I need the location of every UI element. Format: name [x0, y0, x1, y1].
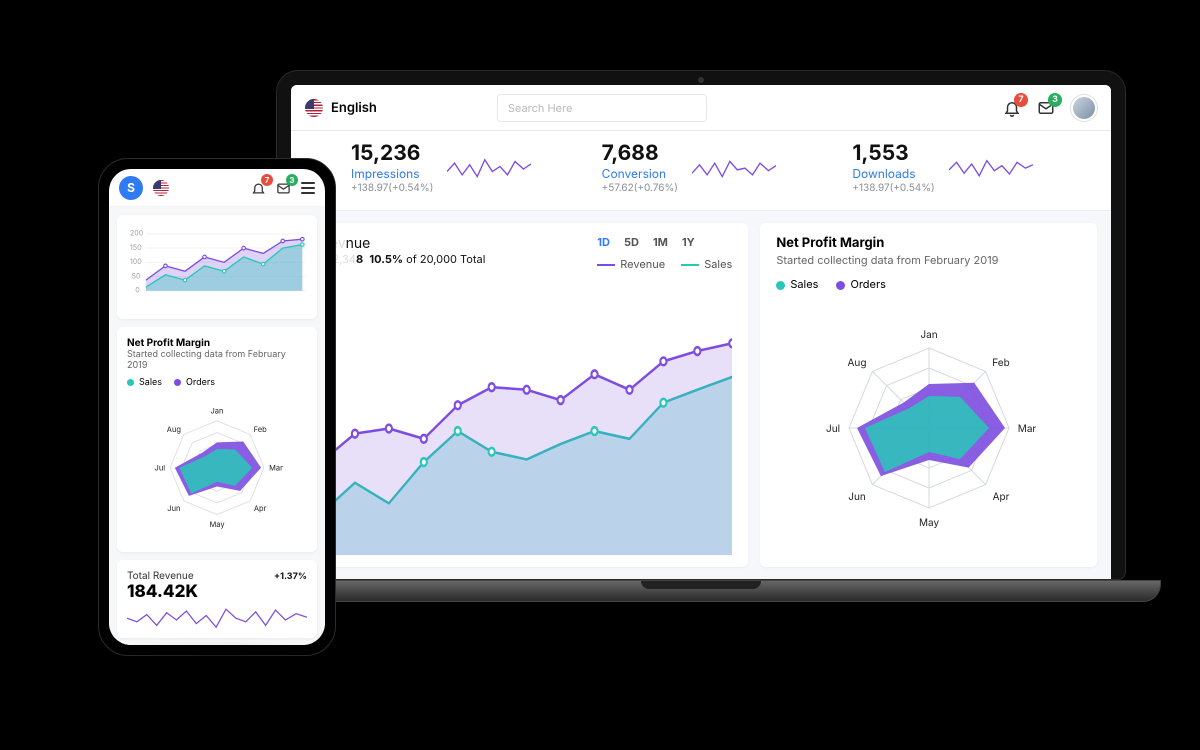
svg-text:200: 200 [130, 229, 144, 238]
spark-downloads [949, 155, 1033, 183]
svg-text:May: May [209, 520, 225, 529]
mobile-trend-card: 200 150 100 50 0 [117, 215, 317, 319]
mail-icon[interactable]: 3 [1037, 99, 1055, 117]
impressions-label: Impressions [351, 166, 433, 181]
revenue-chart [321, 271, 732, 555]
impressions-value: 15,236 [351, 143, 433, 164]
message-badge: 3 [1048, 93, 1062, 107]
header-actions: 7 3 [1003, 95, 1097, 121]
bell-icon[interactable]: 7 [1003, 99, 1021, 117]
language-switcher[interactable]: English [331, 100, 377, 116]
downloads-delta: +138.97(+0.54%) [852, 182, 934, 194]
conversion-value: 7,688 [602, 143, 678, 164]
svg-text:Aug: Aug [167, 425, 182, 434]
laptop-base [241, 580, 1161, 602]
revenue-title: Revnue [321, 235, 485, 252]
svg-text:Aug: Aug [847, 357, 866, 369]
svg-text:Jan: Jan [920, 329, 937, 341]
message-badge: 3 [286, 174, 298, 186]
desktop-app: English Search Here 7 3 [291, 85, 1111, 579]
notification-badge: 7 [1014, 93, 1028, 107]
svg-text:Jul: Jul [826, 423, 840, 435]
svg-text:Apr: Apr [992, 491, 1009, 503]
conversion-label: Conversion [602, 166, 678, 181]
phone-frame: S 7 3 200 150 [98, 158, 336, 656]
stat-downloads: 1,553 Downloads +138.97(+0.54%) [852, 143, 1093, 194]
svg-text:Mar: Mar [269, 464, 283, 473]
mobile-npm-title: Net Profit Margin [127, 337, 307, 349]
svg-text:50: 50 [132, 271, 141, 280]
svg-text:Jun: Jun [167, 504, 180, 513]
app-logo[interactable]: S [119, 176, 143, 200]
notification-badge: 7 [261, 174, 273, 186]
impressions-delta: +138.97(+0.54%) [351, 182, 433, 194]
npm-subtitle: Started collecting data from February 20… [776, 253, 1081, 267]
revenue-legend: Revenue Sales [597, 257, 732, 271]
spark-conversion [692, 155, 776, 183]
svg-text:May: May [919, 517, 940, 529]
stats-row: 15,236 Impressions +138.97(+0.54%) 7,688… [291, 131, 1111, 211]
revenue-subtitle: $12,348 10.5% of 20,000 Total [321, 252, 485, 266]
mobile-body: 200 150 100 50 0 [109, 207, 325, 645]
range-5d[interactable]: 5D [624, 235, 639, 249]
mobile-npm-subtitle: Started collecting data from February 20… [127, 349, 307, 371]
svg-text:Feb: Feb [992, 357, 1009, 369]
svg-text:Jan: Jan [211, 406, 224, 415]
app-header: English Search Here 7 3 [291, 85, 1111, 131]
range-1m[interactable]: 1M [653, 235, 668, 249]
svg-text:Feb: Feb [254, 425, 268, 434]
spark-impressions [447, 155, 531, 183]
range-1d[interactable]: 1D [597, 235, 610, 249]
mail-icon[interactable]: 3 [276, 180, 291, 195]
net-profit-card: Net Profit Margin Started collecting dat… [760, 223, 1097, 567]
mobile-revenue-card: Total Revenue 184.42K +1.37% [117, 560, 317, 638]
mobile-revenue-label: Total Revenue [127, 570, 198, 582]
npm-title: Net Profit Margin [776, 235, 1081, 251]
search-placeholder: Search Here [508, 101, 573, 115]
laptop-lid: English Search Here 7 3 [276, 70, 1126, 580]
mobile-revenue-value: 184.42K [127, 582, 198, 602]
svg-text:100: 100 [130, 257, 142, 266]
panel-row: Revnue $12,348 10.5% of 20,000 Total 1D … [291, 211, 1111, 579]
downloads-value: 1,553 [852, 143, 934, 164]
range-tabs: 1D 5D 1M 1Y [597, 235, 732, 249]
us-flag-icon[interactable] [153, 180, 169, 196]
mobile-revenue-delta: +1.37% [274, 571, 307, 582]
mobile-radar-chart: Jan Feb Mar Apr May Jun Jul Aug [127, 388, 307, 538]
menu-icon[interactable] [301, 182, 315, 194]
svg-text:0: 0 [135, 286, 140, 295]
mobile-app: S 7 3 200 150 [109, 169, 325, 645]
phone-shadow [89, 645, 349, 691]
avatar[interactable] [1071, 95, 1097, 121]
bell-icon[interactable]: 7 [251, 180, 266, 195]
svg-text:Mar: Mar [1017, 423, 1036, 435]
npm-radar-chart: Jan Feb Mar Apr May Jun Jul Aug [804, 303, 1054, 543]
svg-text:150: 150 [130, 243, 142, 252]
mobile-header: S 7 3 [109, 169, 325, 207]
us-flag-icon [305, 99, 323, 117]
svg-text:Jun: Jun [848, 491, 866, 503]
search-input[interactable]: Search Here [497, 94, 707, 122]
mobile-revenue-spark [127, 602, 307, 638]
mobile-npm-card: Net Profit Margin Started collecting dat… [117, 327, 317, 552]
webcam [698, 77, 704, 83]
revenue-card: Revnue $12,348 10.5% of 20,000 Total 1D … [305, 223, 748, 567]
laptop-frame: English Search Here 7 3 [276, 70, 1126, 602]
stat-impressions: 15,236 Impressions +138.97(+0.54%) [351, 143, 592, 194]
mobile-trend-chart: 200 150 100 50 0 [127, 225, 307, 305]
conversion-delta: +57.62(+0.76%) [602, 182, 678, 194]
npm-legend: Sales Orders [776, 277, 1081, 291]
downloads-label: Downloads [852, 166, 934, 181]
stat-conversion: 7,688 Conversion +57.62(+0.76%) [602, 143, 843, 194]
svg-text:Jul: Jul [155, 464, 166, 473]
mobile-npm-legend: Sales Orders [127, 377, 307, 388]
range-1y[interactable]: 1Y [682, 235, 695, 249]
svg-text:Apr: Apr [254, 504, 267, 513]
